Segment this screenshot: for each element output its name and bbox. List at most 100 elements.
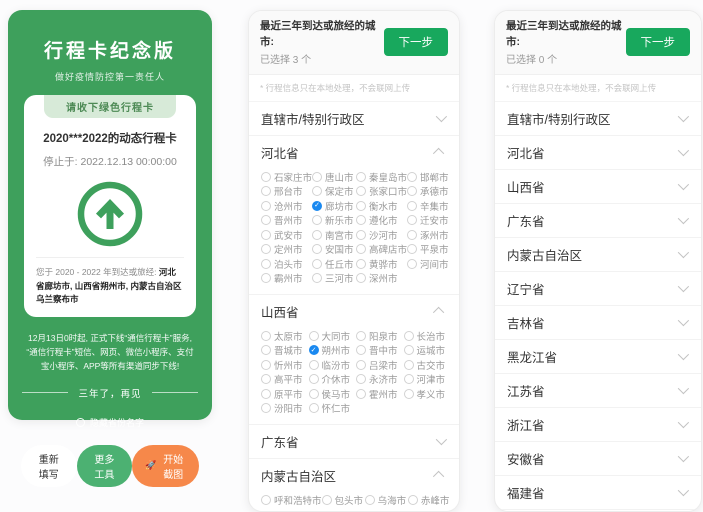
unchecked-circle-icon[interactable]	[309, 389, 319, 399]
unchecked-circle-icon[interactable]	[261, 215, 271, 225]
start-screenshot-button[interactable]: 🚀 开始截图	[132, 445, 199, 487]
city-option[interactable]: 衡水市	[356, 200, 407, 213]
province-header[interactable]: 吉林省	[495, 306, 701, 339]
unchecked-circle-icon[interactable]	[365, 495, 375, 505]
city-option[interactable]: ✓朔州市	[309, 344, 357, 357]
city-option[interactable]: 任丘市	[312, 258, 356, 271]
city-option[interactable]: 高平市	[261, 373, 309, 386]
unchecked-circle-icon[interactable]	[356, 374, 366, 384]
city-option[interactable]: 运城市	[404, 344, 452, 357]
unchecked-circle-icon[interactable]	[309, 360, 319, 370]
unchecked-circle-icon[interactable]	[407, 230, 417, 240]
province-header[interactable]: 河北省	[249, 136, 459, 169]
city-option[interactable]: 河间市	[407, 258, 451, 271]
unchecked-circle-icon[interactable]	[404, 374, 414, 384]
city-option[interactable]: 孝义市	[404, 388, 452, 401]
province-header[interactable]: 内蒙古自治区	[495, 238, 701, 271]
province-header[interactable]: 广东省	[495, 204, 701, 237]
province-header[interactable]: 安徽省	[495, 442, 701, 475]
city-option[interactable]: 辛集市	[407, 200, 451, 213]
unchecked-circle-icon[interactable]	[312, 186, 322, 196]
unchecked-circle-icon[interactable]	[404, 389, 414, 399]
city-option[interactable]: 汾阳市	[261, 402, 309, 415]
unchecked-circle-icon[interactable]	[261, 374, 271, 384]
city-option[interactable]: 安国市	[312, 243, 356, 256]
next-step-button[interactable]: 下一步	[626, 28, 691, 56]
city-option[interactable]: 霍州市	[356, 388, 404, 401]
more-tools-button[interactable]: 更多工具	[77, 445, 133, 487]
city-option[interactable]: 临汾市	[309, 359, 357, 372]
city-option[interactable]: 沧州市	[261, 200, 312, 213]
city-option[interactable]: 晋州市	[261, 214, 312, 227]
unchecked-circle-icon[interactable]	[407, 186, 417, 196]
unchecked-circle-icon[interactable]	[312, 259, 322, 269]
unchecked-circle-icon[interactable]	[261, 360, 271, 370]
city-option[interactable]: 晋城市	[261, 344, 309, 357]
unchecked-circle-icon[interactable]	[312, 172, 322, 182]
city-option[interactable]: 长治市	[404, 330, 452, 343]
city-option[interactable]: 古交市	[404, 359, 452, 372]
unchecked-circle-icon[interactable]	[261, 331, 271, 341]
province-header[interactable]: 河北省	[495, 136, 701, 169]
city-option[interactable]: 武安市	[261, 229, 312, 242]
province-header[interactable]: 山西省	[495, 170, 701, 203]
unchecked-circle-icon[interactable]	[356, 273, 366, 283]
city-option[interactable]: 乌海市	[365, 494, 408, 507]
unchecked-circle-icon[interactable]	[261, 403, 271, 413]
city-option[interactable]: 承德市	[407, 185, 451, 198]
city-option[interactable]: 深州市	[356, 272, 407, 285]
city-option[interactable]: 邯郸市	[407, 171, 451, 184]
checked-circle-icon[interactable]: ✓	[312, 201, 322, 211]
unchecked-circle-icon[interactable]	[356, 389, 366, 399]
city-option[interactable]: 迁安市	[407, 214, 451, 227]
unchecked-circle-icon[interactable]	[261, 259, 271, 269]
unchecked-circle-icon[interactable]	[407, 201, 417, 211]
city-option[interactable]: 保定市	[312, 185, 356, 198]
city-option[interactable]: 张家口市	[356, 185, 407, 198]
province-header[interactable]: 黑龙江省	[495, 340, 701, 373]
unchecked-circle-icon[interactable]	[261, 244, 271, 254]
radio-unchecked-icon[interactable]	[76, 418, 85, 427]
unchecked-circle-icon[interactable]	[261, 389, 271, 399]
unchecked-circle-icon[interactable]	[356, 345, 366, 355]
province-header[interactable]: 山西省	[249, 295, 459, 328]
city-option[interactable]: 黄骅市	[356, 258, 407, 271]
checked-circle-icon[interactable]: ✓	[309, 345, 319, 355]
unchecked-circle-icon[interactable]	[407, 215, 417, 225]
city-option[interactable]: 怀仁市	[309, 402, 357, 415]
city-option[interactable]: 太原市	[261, 330, 309, 343]
unchecked-circle-icon[interactable]	[404, 331, 414, 341]
unchecked-circle-icon[interactable]	[356, 201, 366, 211]
unchecked-circle-icon[interactable]	[407, 259, 417, 269]
unchecked-circle-icon[interactable]	[356, 331, 366, 341]
unchecked-circle-icon[interactable]	[356, 215, 366, 225]
unchecked-circle-icon[interactable]	[309, 331, 319, 341]
city-option[interactable]: 原平市	[261, 388, 309, 401]
city-option[interactable]: 邢台市	[261, 185, 312, 198]
unchecked-circle-icon[interactable]	[356, 259, 366, 269]
city-option[interactable]: 侯马市	[309, 388, 357, 401]
city-option[interactable]: 忻州市	[261, 359, 309, 372]
refill-button[interactable]: 重新填写	[21, 445, 77, 487]
city-option[interactable]: 大同市	[309, 330, 357, 343]
city-option[interactable]: 泊头市	[261, 258, 312, 271]
city-option[interactable]: 吕梁市	[356, 359, 404, 372]
city-option[interactable]: 霸州市	[261, 272, 312, 285]
city-option[interactable]: 石家庄市	[261, 171, 312, 184]
city-option[interactable]: 呼和浩特市	[261, 494, 322, 507]
unchecked-circle-icon[interactable]	[261, 273, 271, 283]
unchecked-circle-icon[interactable]	[261, 172, 271, 182]
unchecked-circle-icon[interactable]	[356, 244, 366, 254]
unchecked-circle-icon[interactable]	[312, 215, 322, 225]
city-option[interactable]: 涿州市	[407, 229, 451, 242]
province-header[interactable]: 江苏省	[495, 374, 701, 407]
province-header[interactable]: 广东省	[249, 425, 459, 458]
unchecked-circle-icon[interactable]	[309, 403, 319, 413]
unchecked-circle-icon[interactable]	[404, 360, 414, 370]
province-header[interactable]: 直辖市/特别行政区	[495, 102, 701, 135]
city-option[interactable]: 唐山市	[312, 171, 356, 184]
province-header[interactable]: 福建省	[495, 476, 701, 509]
city-option[interactable]: 三河市	[312, 272, 356, 285]
unchecked-circle-icon[interactable]	[322, 495, 332, 505]
unchecked-circle-icon[interactable]	[356, 186, 366, 196]
